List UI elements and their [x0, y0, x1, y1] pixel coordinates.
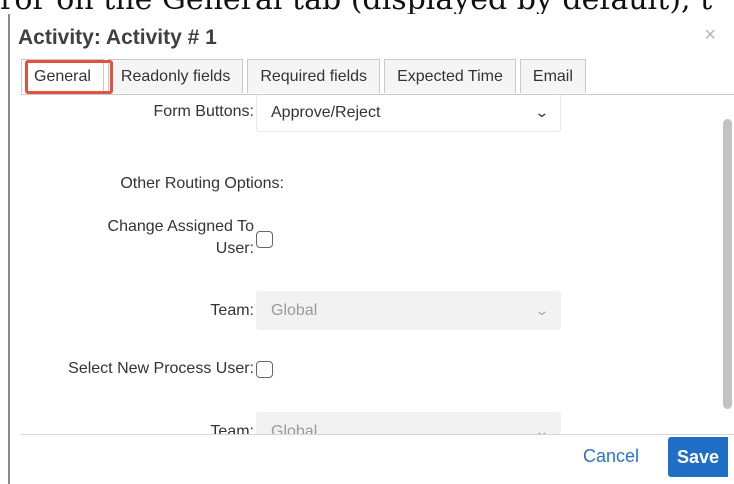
select-new-process-user-label: Select New Process User: — [68, 360, 254, 377]
tab-readonly-fields[interactable]: Readonly fields — [107, 59, 244, 93]
change-assigned-label-line1: Change Assigned To — [107, 218, 254, 235]
chevron-down-icon: ⌄ — [534, 423, 550, 435]
tab-expected-time[interactable]: Expected Time — [384, 59, 516, 93]
cancel-button[interactable]: Cancel — [583, 446, 639, 467]
form-buttons-label: Form Buttons: — [153, 103, 254, 120]
tab-required-fields[interactable]: Required fields — [247, 59, 381, 93]
tab-bar: General Readonly fields Required fields … — [21, 59, 586, 95]
save-button[interactable]: Save — [668, 437, 728, 477]
team-label-2: Team: — [210, 423, 254, 435]
team-value-1: Global — [271, 302, 318, 319]
team-select-1[interactable]: Global ⌄ — [256, 291, 561, 330]
chevron-down-icon: ⌄ — [534, 104, 550, 120]
team-value-2: Global — [271, 423, 318, 435]
team-select-2[interactable]: Global ⌄ — [256, 412, 561, 435]
tab-general[interactable]: General — [21, 59, 104, 93]
form-buttons-value: Approve/Reject — [271, 104, 381, 121]
close-icon[interactable]: × — [704, 24, 716, 47]
team-label-1: Team: — [210, 302, 254, 319]
select-new-process-user-checkbox[interactable] — [256, 361, 273, 378]
change-assigned-label: Change Assigned To User: — [108, 216, 254, 260]
change-assigned-label-line2: User: — [215, 240, 254, 257]
dialog-title: Activity: Activity # 1 — [18, 26, 217, 49]
form-buttons-select[interactable]: Approve/Reject ⌄ — [256, 95, 561, 132]
change-assigned-checkbox[interactable] — [256, 231, 273, 248]
chevron-down-icon: ⌄ — [534, 302, 550, 318]
activity-dialog: Activity: Activity # 1 × General Readonl… — [8, 14, 734, 484]
vertical-scrollbar[interactable] — [723, 119, 732, 409]
general-tab-content: Form Buttons: Approve/Reject ⌄ Other Rou… — [21, 95, 734, 435]
other-routing-options-label: Other Routing Options: — [120, 175, 284, 192]
tab-email[interactable]: Email — [519, 59, 586, 93]
